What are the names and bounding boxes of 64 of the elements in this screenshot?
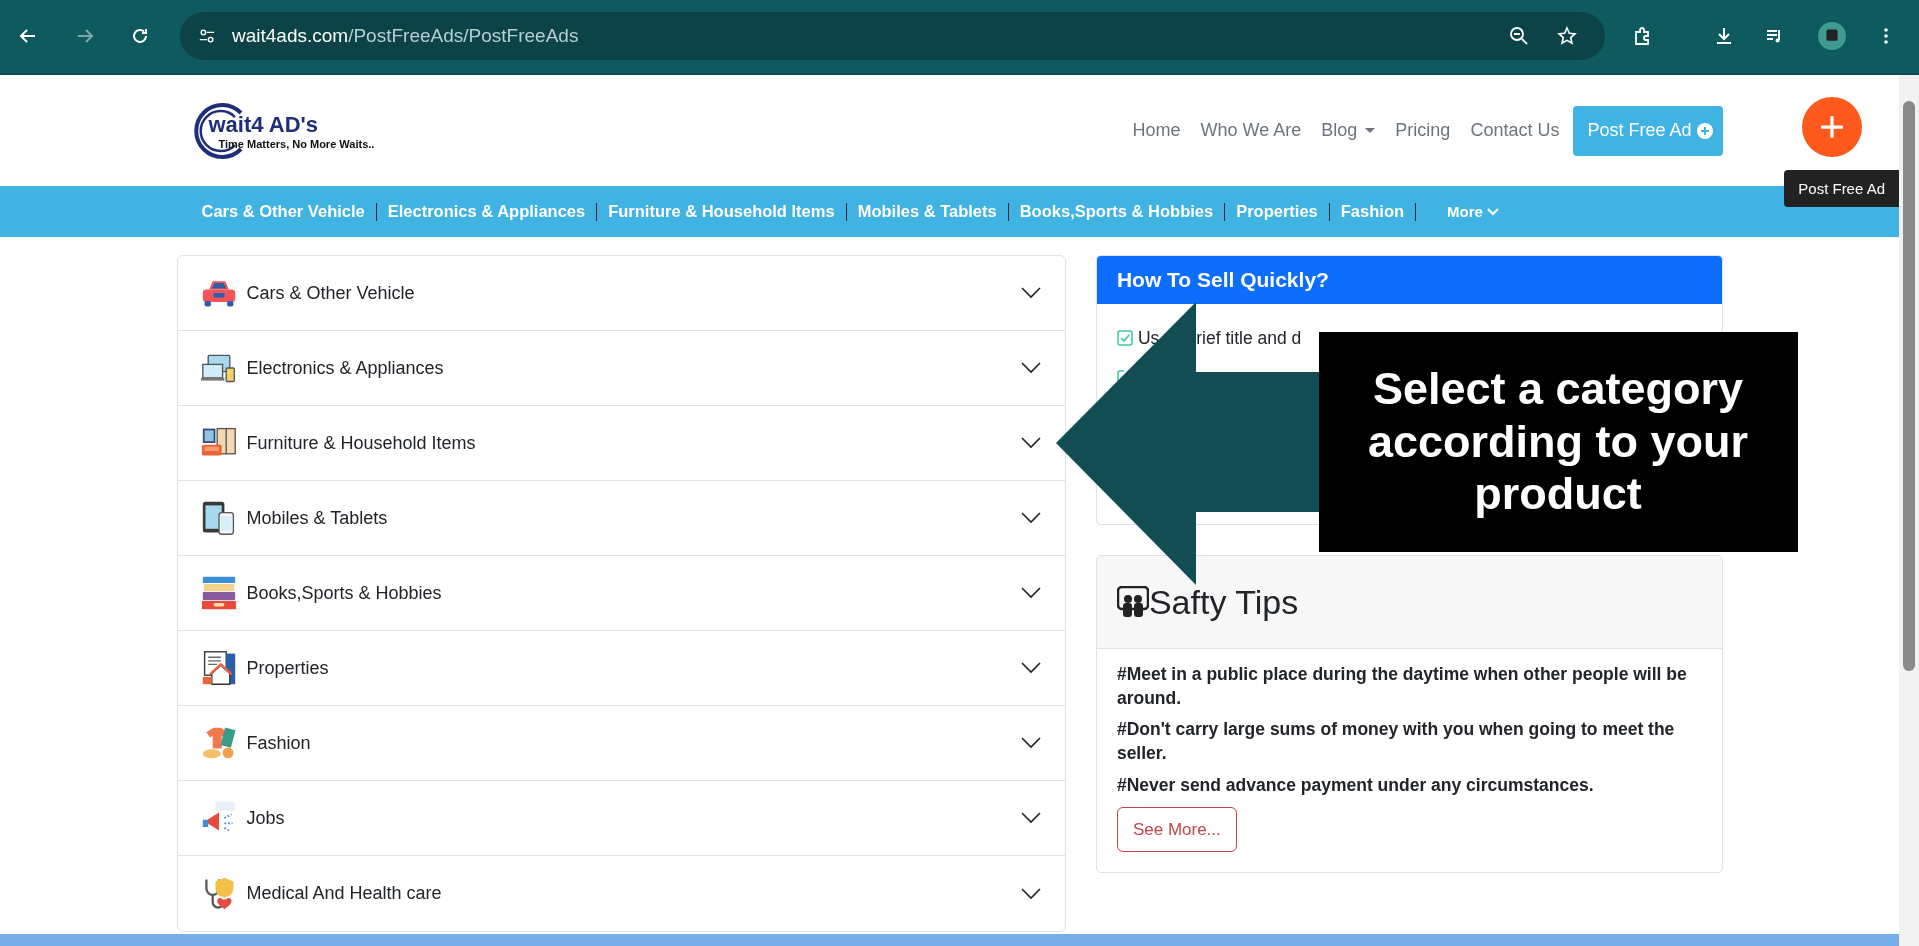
address-bar[interactable]: wait4ads.com/PostFreeAds/PostFreeAds [180,12,1605,60]
chevron-down-icon [1486,207,1499,216]
avatar-icon[interactable] [1818,22,1846,50]
logo-tagline: Time Matters, No More Waits.. [218,137,375,150]
category-name: Furniture & Household Items [246,432,477,454]
nav-link[interactable]: Home [1132,120,1181,141]
extension-icon[interactable] [1632,26,1652,46]
category-name: Jobs [246,807,286,829]
house-icon [200,650,237,686]
clothes-icon [200,725,237,761]
reload-icon[interactable] [130,26,150,46]
logo-name: wait4 AD's [208,111,320,138]
books-icon [200,575,237,611]
site-info-icon[interactable] [198,27,216,45]
card-title: Safty Tips [1148,582,1299,622]
category-item[interactable]: Jobs [177,781,1065,856]
tip-text: Us [1137,327,1160,349]
card-title: How To Sell Quickly? [1116,268,1329,292]
url-text: wait4ads.com/PostFreeAds/PostFreeAds [232,25,580,47]
nav-link[interactable]: Contact Us [1470,120,1560,141]
category-link[interactable]: Cars & Other Vehicle [201,202,365,221]
category-link[interactable]: Mobiles & Tablets [857,202,997,221]
category-item[interactable]: Medical And Health care [177,856,1065,931]
category-link[interactable]: Properties [1236,202,1318,221]
nav-link[interactable]: Pricing [1395,120,1451,141]
post-free-ad-button[interactable]: Post Free Ad [1573,105,1723,156]
category-name: Books,Sports & Hobbies [246,582,443,604]
nav-link[interactable]: Who We Are [1200,120,1302,141]
category-name: Properties [246,657,330,679]
category-name: Medical And Health care [246,883,443,904]
download-icon[interactable] [1714,26,1734,46]
plus-icon [1819,114,1845,140]
tablet-icon [200,500,237,536]
safety-tip: #Meet in a public place during the daytime when other people will be around. [1116,663,1688,710]
more-menu[interactable]: More [1447,203,1499,220]
category-item[interactable]: Books,Sports & Hobbies [177,556,1065,631]
zoom-out-icon[interactable] [1509,26,1529,46]
logo[interactable]: wait4 AD's Time Matters, No More Waits.. [188,100,375,161]
scrollbar[interactable] [1899,75,1919,946]
category-name: Mobiles & Tablets [246,507,389,529]
category-item[interactable]: Cars & Other Vehicle [177,256,1065,331]
category-link[interactable]: Furniture & Household Items [608,202,835,221]
category-link[interactable]: Books,Sports & Hobbies [1019,202,1214,221]
see-more-button[interactable]: See More... [1116,807,1237,853]
category-item[interactable]: Mobiles & Tablets [177,481,1065,556]
add-button[interactable] [1802,97,1862,157]
category-link[interactable]: Fashion [1340,202,1405,221]
star-icon[interactable] [1557,26,1577,46]
category-item[interactable]: Electronics & Appliances [177,331,1065,406]
category-link[interactable]: Electronics & Appliances [387,202,586,221]
safety-tip: #Don't carry large sums of money with you when going to meet the seller. [1116,718,1676,765]
category-item[interactable]: Furniture & Household Items [177,406,1065,481]
plus-circle-icon [1696,122,1713,139]
safety-tip: #Never send advance payment under any circumstances. [1116,773,1595,797]
category-name: Cars & Other Vehicle [246,282,416,304]
category-item[interactable]: Fashion [177,706,1065,781]
callout-text: Select a category according to your product [1366,363,1749,521]
people-icon [1116,586,1149,618]
category-item[interactable]: Properties [177,631,1065,706]
nav-link[interactable]: Blog [1321,120,1376,141]
tip-text: rief title and d [1196,327,1302,349]
tooltip: Post Free Ad [1784,170,1899,207]
category-name: Fashion [246,732,312,754]
category-name: Electronics & Appliances [246,357,445,379]
